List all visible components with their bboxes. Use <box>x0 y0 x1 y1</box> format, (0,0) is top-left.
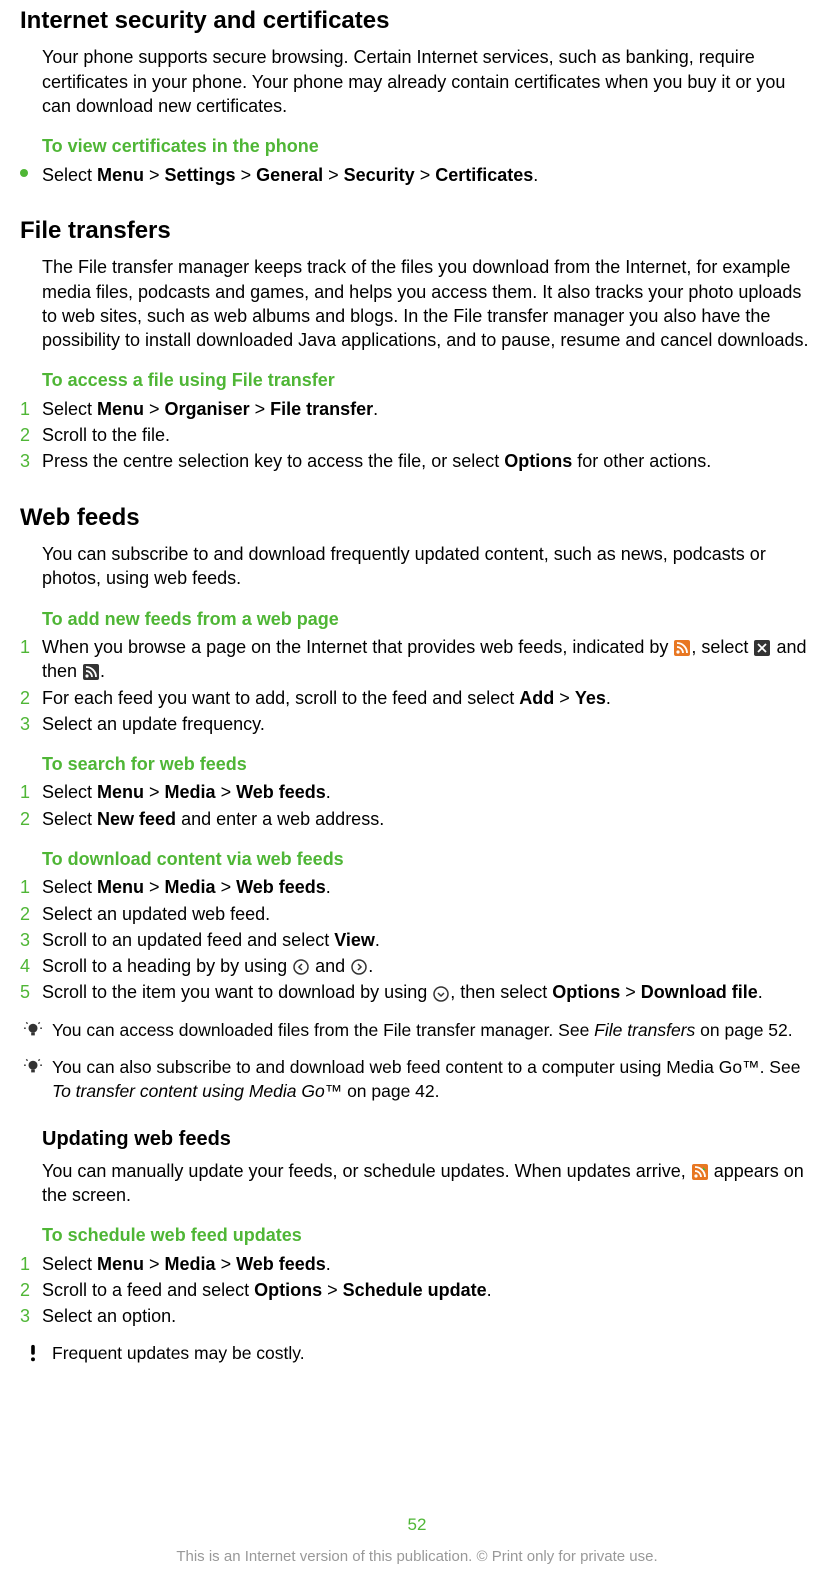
list-item: 1 Select Menu > Organiser > File transfer… <box>20 397 814 421</box>
steps-search-feeds: 1Select Menu > Media > Web feeds. 2Selec… <box>42 780 814 831</box>
step-text: Scroll to a heading by by using and . <box>42 956 373 976</box>
page-footer: 52 This is an Internet version of this p… <box>0 1514 834 1567</box>
step-number: 1 <box>20 1252 30 1276</box>
step-number: 1 <box>20 875 30 899</box>
step-text: Select Menu > Media > Web feeds. <box>42 877 331 897</box>
step-number: 1 <box>20 780 30 804</box>
list-item: 3 Scroll to an updated feed and select Vi… <box>20 928 814 952</box>
step-number: 5 <box>20 980 30 1004</box>
nav-down-icon <box>433 986 449 1002</box>
list-item: 3 Press the centre selection key to acces… <box>20 449 814 473</box>
body-file-transfers: The File transfer manager keeps track of… <box>42 255 814 352</box>
heading-web-feeds: Web feeds <box>20 502 814 534</box>
step-text: Scroll to an updated feed and select Vie… <box>42 930 380 950</box>
step-text: Select an updated web feed. <box>42 904 270 924</box>
step-text: Select Menu > Organiser > File transfer. <box>42 399 378 419</box>
subheading-add-feeds: To add new feeds from a web page <box>42 607 814 631</box>
tip-text: You can access downloaded files from the… <box>52 1019 814 1043</box>
list-item: 1 Select Menu > Media > Web feeds. <box>20 1252 814 1276</box>
body-internet-security: Your phone supports secure browsing. Cer… <box>42 45 814 118</box>
list-item: 3 Select an option. <box>20 1304 814 1328</box>
options-icon <box>754 640 770 656</box>
warning-costly: Frequent updates may be costly. <box>24 1342 814 1366</box>
step-text: Scroll to a feed and select Options > Sc… <box>42 1280 492 1300</box>
subheading-schedule-updates: To schedule web feed updates <box>42 1223 814 1247</box>
nav-right-icon <box>351 959 367 975</box>
step-text: Select New feed and enter a web address. <box>42 809 384 829</box>
list-item: Select Menu > Settings > General > Secur… <box>20 163 814 187</box>
step-text: Select Menu > Settings > General > Secur… <box>42 165 538 185</box>
step-number: 3 <box>20 449 30 473</box>
step-number: 1 <box>20 635 30 659</box>
subheading-access-file: To access a file using File transfer <box>42 368 814 392</box>
step-text: Select Menu > Media > Web feeds. <box>42 1254 331 1274</box>
lightbulb-icon <box>24 1021 42 1039</box>
rss-update-icon <box>692 1164 708 1180</box>
step-text: Select Menu > Media > Web feeds. <box>42 782 331 802</box>
lightbulb-icon <box>24 1058 42 1076</box>
list-item: 5 Scroll to the item you want to downloa… <box>20 980 814 1004</box>
step-text: For each feed you want to add, scroll to… <box>42 688 611 708</box>
heading-internet-security: Internet security and certificates <box>20 5 814 37</box>
steps-add-feeds: 1 When you browse a page on the Internet… <box>42 635 814 736</box>
step-number: 2 <box>20 902 30 926</box>
footer-disclaimer: This is an Internet version of this publ… <box>0 1547 834 1567</box>
step-text: When you browse a page on the Internet t… <box>42 637 806 681</box>
heading-file-transfers: File transfers <box>20 215 814 247</box>
step-text: Scroll to the item you want to download … <box>42 982 763 1002</box>
steps-download-feeds: 1Select Menu > Media > Web feeds. 2Selec… <box>42 875 814 1004</box>
step-number: 3 <box>20 712 30 736</box>
list-item: 1 Select Menu > Media > Web feeds. <box>20 780 814 804</box>
tip-text: You can also subscribe to and download w… <box>52 1056 814 1103</box>
rss-icon <box>674 640 690 656</box>
warning-icon <box>24 1344 42 1362</box>
heading-updating-feeds: Updating web feeds <box>42 1126 814 1153</box>
step-number: 2 <box>20 423 30 447</box>
body-web-feeds: You can subscribe to and download freque… <box>42 542 814 591</box>
bullet-icon <box>20 169 28 177</box>
list-item: 2 Scroll to the file. <box>20 423 814 447</box>
page-number: 52 <box>0 1514 834 1537</box>
list-item: 1 When you browse a page on the Internet… <box>20 635 814 684</box>
subheading-download-feeds: To download content via web feeds <box>42 847 814 871</box>
steps-access-file: 1Select Menu > Organiser > File transfer… <box>42 397 814 474</box>
list-item: 2 Select an updated web feed. <box>20 902 814 926</box>
list-item: 1 Select Menu > Media > Web feeds. <box>20 875 814 899</box>
body-updating-feeds: You can manually update your feeds, or s… <box>42 1159 814 1208</box>
steps-view-certificates: Select Menu > Settings > General > Secur… <box>42 163 814 187</box>
steps-schedule-updates: 1Select Menu > Media > Web feeds. 2Scrol… <box>42 1252 814 1329</box>
step-number: 2 <box>20 1278 30 1302</box>
subheading-search-feeds: To search for web feeds <box>42 752 814 776</box>
tip-media-go: You can also subscribe to and download w… <box>24 1056 814 1103</box>
tip-file-transfer: You can access downloaded files from the… <box>24 1019 814 1043</box>
subheading-view-certificates: To view certificates in the phone <box>42 134 814 158</box>
list-item: 2 For each feed you want to add, scroll t… <box>20 686 814 710</box>
nav-left-icon <box>293 959 309 975</box>
step-number: 3 <box>20 1304 30 1328</box>
step-number: 2 <box>20 686 30 710</box>
step-number: 2 <box>20 807 30 831</box>
warning-text: Frequent updates may be costly. <box>52 1342 814 1366</box>
step-number: 3 <box>20 928 30 952</box>
list-item: 2 Scroll to a feed and select Options > S… <box>20 1278 814 1302</box>
list-item: 3 Select an update frequency. <box>20 712 814 736</box>
list-item: 4 Scroll to a heading by by using and . <box>20 954 814 978</box>
step-number: 1 <box>20 397 30 421</box>
step-number: 4 <box>20 954 30 978</box>
step-text: Select an update frequency. <box>42 714 265 734</box>
rss-icon <box>83 664 99 680</box>
step-text: Select an option. <box>42 1306 176 1326</box>
step-text: Scroll to the file. <box>42 425 170 445</box>
step-text: Press the centre selection key to access… <box>42 451 711 471</box>
list-item: 2 Select New feed and enter a web address… <box>20 807 814 831</box>
